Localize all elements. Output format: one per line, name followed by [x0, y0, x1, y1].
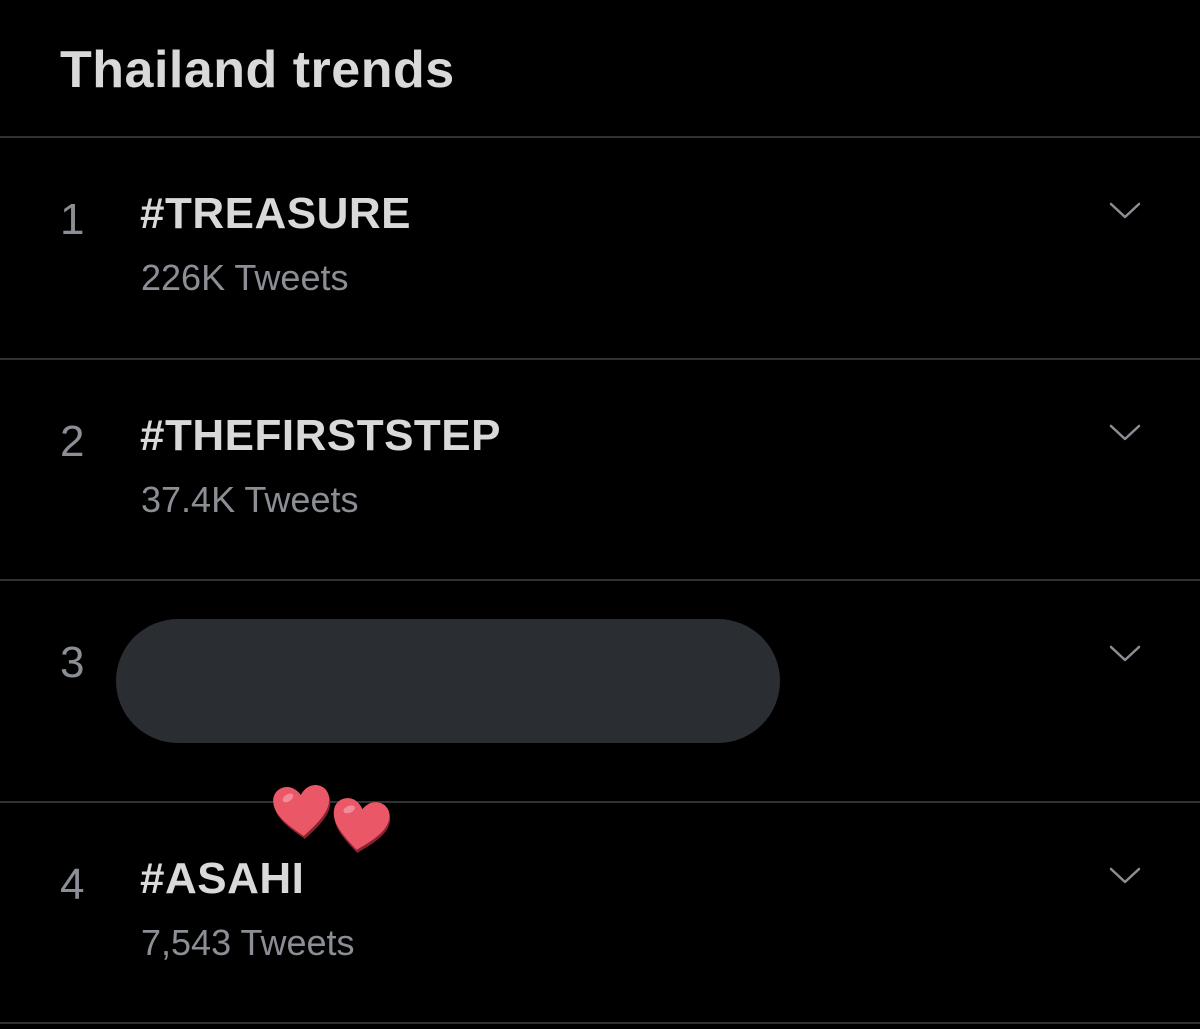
- chevron-down-icon[interactable]: [1108, 198, 1142, 222]
- trend-item-1[interactable]: 1 #TREASURE 226K Tweets: [0, 138, 1200, 358]
- trend-name[interactable]: #ASAHI: [140, 853, 304, 905]
- trend-tweet-count: 37.4K Tweets: [141, 479, 359, 520]
- trend-item-2[interactable]: 2 #THEFIRSTSTEP 37.4K Tweets: [0, 360, 1200, 580]
- trend-item-3[interactable]: 3: [0, 581, 1200, 801]
- hearts-sticker: [273, 785, 391, 853]
- trend-name[interactable]: #TREASURE: [140, 188, 411, 240]
- heart-icon: [333, 798, 391, 853]
- trend-name[interactable]: #THEFIRSTSTEP: [140, 410, 501, 462]
- heart-icon: [273, 785, 331, 839]
- trend-rank: 3: [60, 638, 85, 687]
- trend-tweet-count: 7,543 Tweets: [141, 922, 355, 963]
- redaction-block: [116, 619, 780, 743]
- page-title: Thailand trends: [60, 41, 455, 99]
- trend-rank: 4: [60, 860, 85, 909]
- trend-tweet-count: 226K Tweets: [141, 257, 349, 298]
- chevron-down-icon[interactable]: [1108, 641, 1142, 665]
- trend-rank: 2: [60, 417, 85, 466]
- trend-rank: 1: [60, 195, 85, 244]
- trend-item-4[interactable]: 4 #ASAHI 7,543 Tweets: [0, 803, 1200, 1023]
- divider: [0, 1022, 1200, 1024]
- trends-header: Thailand trends: [0, 0, 1200, 137]
- chevron-down-icon[interactable]: [1108, 863, 1142, 887]
- chevron-down-icon[interactable]: [1108, 420, 1142, 444]
